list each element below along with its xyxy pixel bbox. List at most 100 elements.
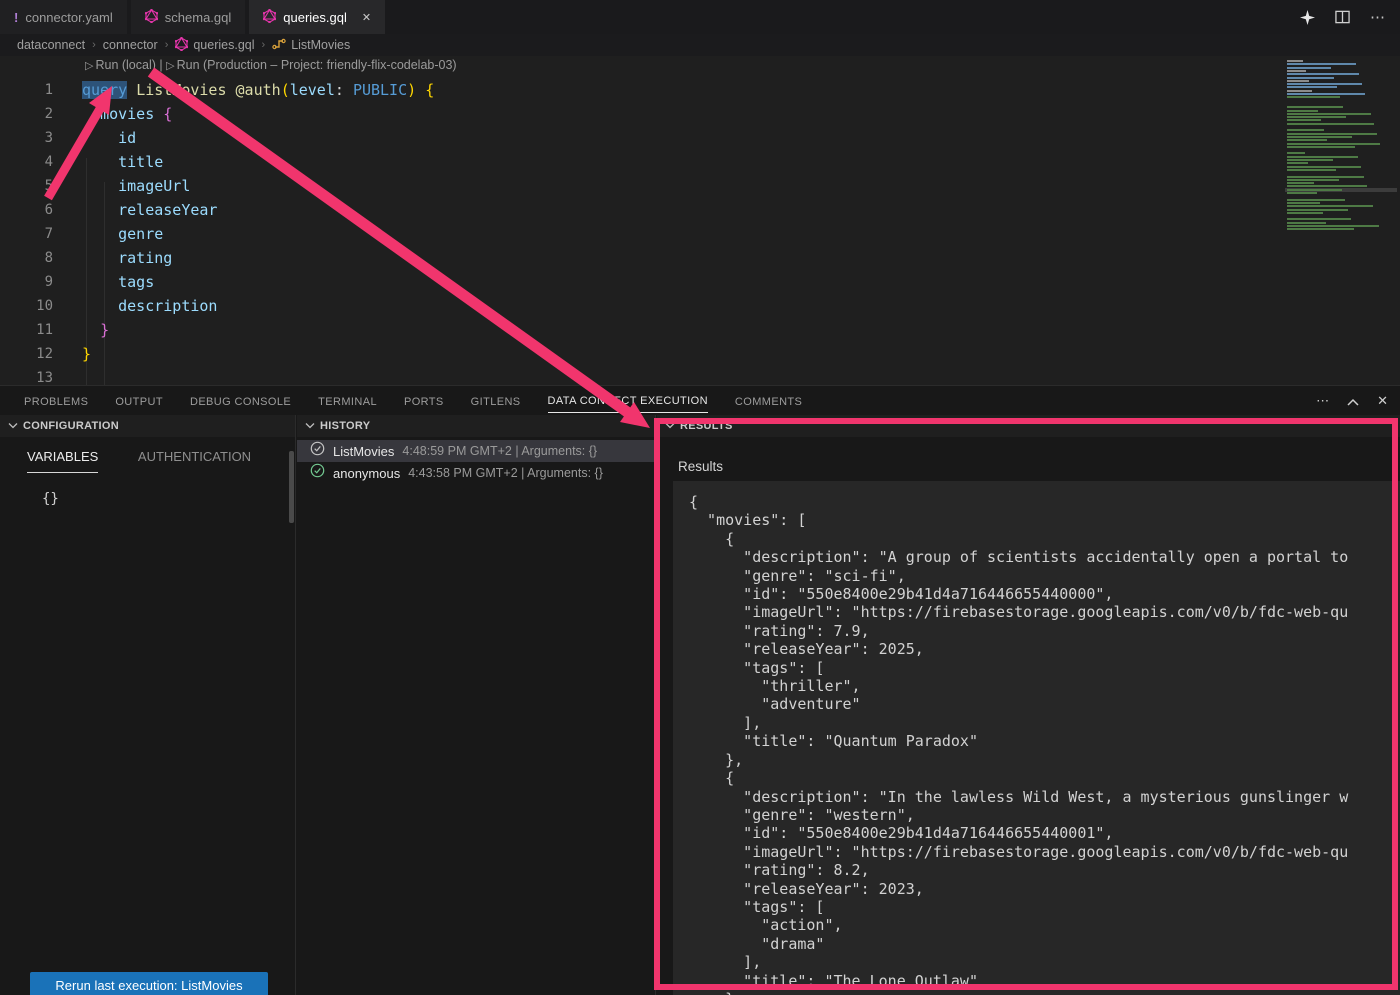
- minimap-line: [1287, 86, 1337, 88]
- tab-authentication[interactable]: AUTHENTICATION: [138, 449, 251, 472]
- variables-value[interactable]: {}: [42, 491, 59, 507]
- chevron-down-icon: [305, 420, 315, 432]
- panel-tab-output[interactable]: OUTPUT: [115, 390, 163, 413]
- line-number: 12: [0, 342, 53, 366]
- scrollbar-thumb[interactable]: [289, 451, 294, 523]
- line-number: 7: [0, 222, 53, 246]
- minimap-line: [1287, 73, 1359, 75]
- panel-maximize-icon[interactable]: [1347, 394, 1359, 409]
- more-actions-icon[interactable]: ⋯: [1370, 8, 1386, 26]
- breadcrumb-item-ListMovies[interactable]: ListMovies: [272, 37, 350, 53]
- minimap-line: [1287, 77, 1334, 79]
- minimap-line: [1287, 70, 1306, 72]
- line-number: 13: [0, 366, 53, 386]
- code-line-6: releaseYear: [82, 198, 217, 222]
- split-editor-icon[interactable]: [1335, 10, 1350, 24]
- rerun-last-execution-button[interactable]: Rerun last execution: ListMovies: [30, 972, 268, 995]
- breadcrumb-separator: ›: [92, 39, 96, 51]
- minimap-line: [1287, 189, 1342, 191]
- breadcrumb-item-dataconnect[interactable]: dataconnect: [17, 38, 85, 52]
- minimap-line: [1287, 63, 1356, 65]
- editor-tab-bar: !connector.yaml schema.gql queries.gql ✕: [0, 0, 1400, 34]
- run-production-link[interactable]: ▷Run (Production – Project: friendly-fli…: [166, 58, 456, 72]
- code-line-5: imageUrl: [82, 174, 190, 198]
- minimap-line: [1287, 146, 1355, 148]
- panel-tab-terminal[interactable]: TERMINAL: [318, 390, 377, 413]
- tab-variables[interactable]: VARIABLES: [27, 449, 98, 473]
- line-number: 3: [0, 126, 53, 150]
- run-local-link[interactable]: ▷Run (local): [85, 58, 156, 72]
- code-line-2: movies {: [82, 102, 172, 126]
- results-json-block[interactable]: { "movies": [ { "description": "A group …: [673, 481, 1400, 995]
- minimap-line: [1287, 182, 1314, 184]
- minimap-line: [1287, 116, 1346, 118]
- line-number: 8: [0, 246, 53, 270]
- minimap-line: [1287, 139, 1327, 141]
- vscode-window: !connector.yaml schema.gql queries.gql ✕ ⋯ …: [0, 0, 1400, 995]
- panel-tab-problems[interactable]: PROBLEMS: [24, 390, 88, 413]
- minimap-line: [1287, 143, 1380, 145]
- yaml-warning-icon: !: [14, 10, 18, 25]
- line-number: 6: [0, 198, 53, 222]
- minimap-line: [1287, 119, 1321, 121]
- history-entry-ListMovies[interactable]: ListMovies4:48:59 PM GMT+2 | Arguments: …: [297, 440, 655, 462]
- history-header[interactable]: HISTORY: [297, 415, 655, 437]
- code-line-4: title: [82, 150, 163, 174]
- line-number: 10: [0, 294, 53, 318]
- panel-tab-debug-console[interactable]: DEBUG CONSOLE: [190, 390, 291, 413]
- tab-label: queries.gql: [283, 10, 347, 25]
- configuration-tabs: VARIABLES AUTHENTICATION: [27, 449, 287, 473]
- results-header[interactable]: RESULTS: [657, 415, 1400, 437]
- minimap-line: [1287, 80, 1309, 82]
- panel-close-icon[interactable]: ✕: [1377, 393, 1388, 409]
- code-line-12: }: [82, 342, 91, 366]
- graphql-icon: [145, 9, 158, 26]
- minimap-line: [1287, 67, 1331, 69]
- code-line-8: rating: [82, 246, 172, 270]
- history-entry-meta: 4:43:58 PM GMT+2 | Arguments: {}: [408, 466, 603, 480]
- minimap-line: [1287, 176, 1364, 178]
- minimap-line: [1287, 136, 1352, 138]
- minimap-line: [1287, 169, 1336, 171]
- configuration-header[interactable]: CONFIGURATION: [0, 415, 295, 437]
- tab-schema.gql[interactable]: schema.gql: [131, 0, 245, 34]
- panel-tab-data-connect-execution[interactable]: DATA CONNECT EXECUTION: [548, 389, 708, 413]
- code-editor[interactable]: ▷Run (local) | ▷Run (Production – Projec…: [0, 56, 1400, 386]
- line-number: 2: [0, 102, 53, 126]
- panel-actions: ⋯ ✕: [1316, 387, 1388, 415]
- breadcrumb-item-connector[interactable]: connector: [103, 38, 158, 52]
- tab-label: schema.gql: [165, 10, 231, 25]
- history-section: HISTORY ListMovies4:48:59 PM GMT+2 | Arg…: [297, 415, 656, 995]
- minimap-line: [1287, 162, 1308, 164]
- minimap-line: [1287, 152, 1305, 154]
- close-icon[interactable]: ✕: [362, 11, 371, 24]
- tab-connector.yaml[interactable]: !connector.yaml: [0, 0, 127, 34]
- minimap[interactable]: [1285, 60, 1397, 238]
- panel-tab-comments[interactable]: COMMENTS: [735, 390, 802, 413]
- minimap-line: [1287, 222, 1326, 224]
- codelens-bar: ▷Run (local) | ▷Run (Production – Projec…: [85, 58, 457, 72]
- history-entry-anonymous[interactable]: anonymous 4:43:58 PM GMT+2 | Arguments: {…: [297, 462, 655, 484]
- graphql-icon: [263, 9, 276, 26]
- minimap-line: [1287, 96, 1340, 98]
- panel-tab-ports[interactable]: PORTS: [404, 390, 444, 413]
- configuration-section: CONFIGURATION VARIABLES AUTHENTICATION {…: [0, 415, 296, 995]
- chevron-down-icon: [665, 420, 675, 432]
- minimap-line: [1287, 185, 1367, 187]
- minimap-line: [1287, 123, 1374, 125]
- sparkle-icon[interactable]: [1300, 10, 1315, 25]
- panel-more-icon[interactable]: ⋯: [1316, 393, 1329, 409]
- minimap-line: [1287, 166, 1361, 168]
- code-line-7: genre: [82, 222, 163, 246]
- line-number: 5: [0, 174, 53, 198]
- minimap-line: [1287, 90, 1312, 92]
- breadcrumb-separator: ›: [165, 39, 169, 51]
- panel-tab-gitlens[interactable]: GITLENS: [471, 390, 521, 413]
- tab-queries.gql[interactable]: queries.gql ✕: [249, 0, 385, 34]
- editor-actions: ⋯: [1300, 0, 1386, 34]
- code-line-1: query ListMovies @auth(level: PUBLIC) {: [82, 78, 434, 102]
- code-line-9: tags: [82, 270, 154, 294]
- history-entry-name: anonymous: [333, 466, 400, 481]
- breadcrumb-item-queries.gql[interactable]: queries.gql: [175, 37, 254, 54]
- minimap-line: [1287, 199, 1345, 201]
